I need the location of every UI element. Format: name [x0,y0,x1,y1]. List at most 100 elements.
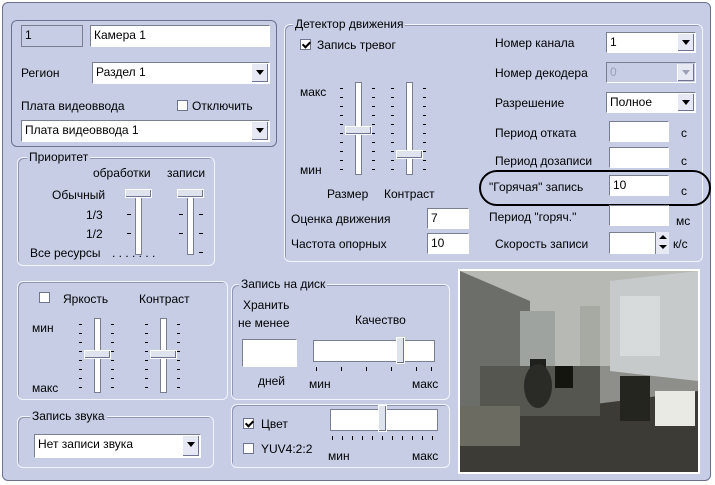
audio-title: Запись звука [30,409,107,423]
audio-select-value: Нет записи звука [38,437,133,451]
chevron-down-icon[interactable] [677,94,694,111]
channel-label: Номер канала [495,36,575,50]
quality-min-label: мин [309,377,331,391]
tick [145,324,148,325]
resolution-select-value: Полное [610,95,653,109]
resolution-label: Разрешение [495,96,565,110]
motion-estimate-field[interactable]: 7 [427,208,469,229]
priority-col-recording: записи [167,166,206,180]
color-max-label: макс [412,449,439,463]
contrast-label: Контраст [384,187,435,201]
image-contrast-label: Контраст [139,292,190,306]
tick [316,367,317,371]
quality-label: Качество [355,313,406,327]
keep-days-field[interactable] [242,339,297,367]
rollback-field[interactable] [609,121,669,142]
priority-level-normal: Обычный [52,188,106,202]
contrast-slider-track[interactable] [406,82,413,175]
ref-frequency-label: Частота опорных [291,237,387,251]
brightness-slider-thumb[interactable] [84,350,111,359]
yuv-label: YUV4:2:2 [261,442,313,456]
tick [179,233,183,234]
priority-level-half: 1/2 [86,227,103,241]
color-label: Цвет [261,417,288,431]
tick [391,88,394,89]
tick [177,324,180,325]
tick [423,88,426,89]
image-contrast-slider-thumb[interactable] [150,350,177,359]
capture-board-select-value: Плата видеоввода 1 [25,123,139,137]
quality-max-label: макс [412,377,439,391]
chevron-down-icon[interactable] [251,122,268,140]
record-speed-unit: к/с [673,237,688,251]
md-min-label: мин [300,163,322,177]
decoder-label: Номер декодера [495,66,588,80]
alarm-record-checkbox[interactable] [300,39,311,50]
quality-slider-thumb[interactable] [396,337,405,364]
tick [199,233,203,234]
priority-col-processing: обработки [93,166,151,180]
hot-record-highlight [479,170,711,206]
tick [372,88,375,89]
record-speed-spinner[interactable] [655,232,669,254]
chevron-down-icon[interactable] [251,64,268,82]
chevron-down-icon[interactable] [677,64,694,81]
camera-preview [458,269,700,474]
size-label: Размер [327,187,369,201]
camera-preview-image [460,271,698,472]
tick [199,252,203,253]
capture-board-select[interactable]: Плата видеоввода 1 [21,120,270,142]
decoder-select[interactable]: 0 [606,62,696,83]
image-max-label: макс [32,381,59,395]
color-min-label: мин [328,449,350,463]
tick [332,436,333,440]
hot-period-field[interactable] [609,205,669,226]
color-slider-thumb[interactable] [378,405,387,432]
priority-level-all: Все ресурсы [30,246,101,260]
keep-label-1: Хранить [243,298,290,312]
audio-select[interactable]: Нет записи звука [34,434,201,458]
region-label: Регион [21,66,60,80]
decoder-select-value: 0 [610,65,617,79]
rollback-label: Период отката [495,126,577,140]
brightness-label: Яркость [63,292,109,306]
motion-estimate-label: Оценка движения [291,212,391,226]
capture-board-label: Плата видеоввода [21,99,125,113]
region-select-value: Раздел 1 [96,65,146,79]
postrecord-unit: с [681,154,687,168]
postrecord-field[interactable] [609,147,669,168]
hot-period-label: Период "горяч." [489,210,577,224]
disable-checkbox[interactable] [177,100,188,111]
brightness-checkbox[interactable] [39,292,50,303]
chevron-down-icon[interactable] [677,34,694,51]
camera-id-field[interactable]: 1 [21,25,83,47]
days-label: дней [258,374,286,388]
recording-priority-thumb[interactable] [177,189,204,198]
tick [127,214,131,215]
channel-select[interactable]: 1 [606,32,696,53]
record-speed-field[interactable] [609,232,655,254]
processing-priority-track[interactable] [135,190,142,255]
motion-detector-group [284,24,703,262]
tick [127,233,131,234]
resolution-select[interactable]: Полное [606,92,696,113]
keep-label-2: не менее [238,316,290,330]
size-slider-thumb[interactable] [345,126,372,135]
quality-slider-track[interactable] [313,340,435,362]
color-checkbox[interactable] [243,418,254,429]
ref-frequency-field[interactable]: 10 [427,233,469,254]
region-select[interactable]: Раздел 1 [92,62,270,84]
recording-priority-track[interactable] [187,190,194,255]
priority-title: Приоритет [27,150,91,164]
camera-name-field[interactable]: Камера 1 [90,25,270,47]
hot-period-unit: мс [676,214,691,228]
contrast-slider-thumb[interactable] [396,150,423,159]
tick [111,324,114,325]
alarm-record-label: Запись тревог [317,38,396,52]
tick [340,88,343,89]
chevron-down-icon[interactable] [182,436,199,456]
motion-detector-title: Детектор движения [293,17,406,31]
processing-priority-thumb[interactable] [125,189,152,198]
yuv-checkbox[interactable] [243,443,254,454]
rollback-unit: с [681,126,687,140]
